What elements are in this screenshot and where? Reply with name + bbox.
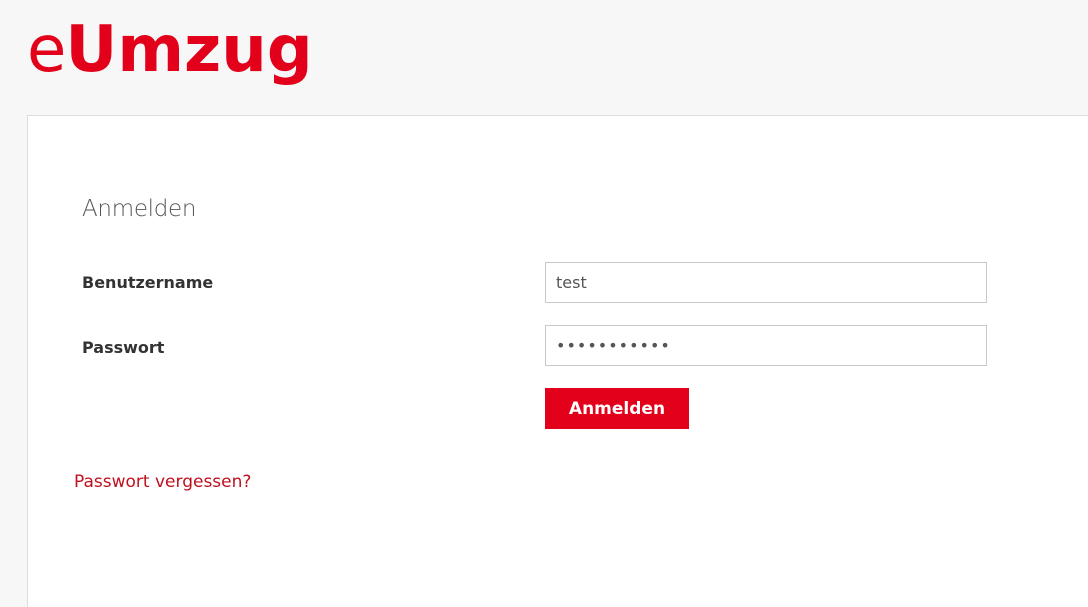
login-panel: Anmelden Benutzername Passwort Anmelden …	[27, 115, 1088, 607]
login-form-title: Anmelden	[82, 196, 197, 222]
logo-main: Umzug	[65, 13, 313, 87]
forgot-password-link[interactable]: Passwort vergessen?	[74, 472, 251, 492]
username-field[interactable]	[545, 262, 987, 303]
logo-prefix: e	[27, 13, 66, 87]
eumzug-logo[interactable]: eUmzug	[27, 18, 313, 82]
login-button[interactable]: Anmelden	[545, 388, 689, 429]
username-label: Benutzername	[82, 273, 214, 292]
page-header: eUmzug	[0, 0, 1088, 115]
password-field[interactable]	[545, 325, 987, 366]
password-label: Passwort	[82, 338, 165, 357]
